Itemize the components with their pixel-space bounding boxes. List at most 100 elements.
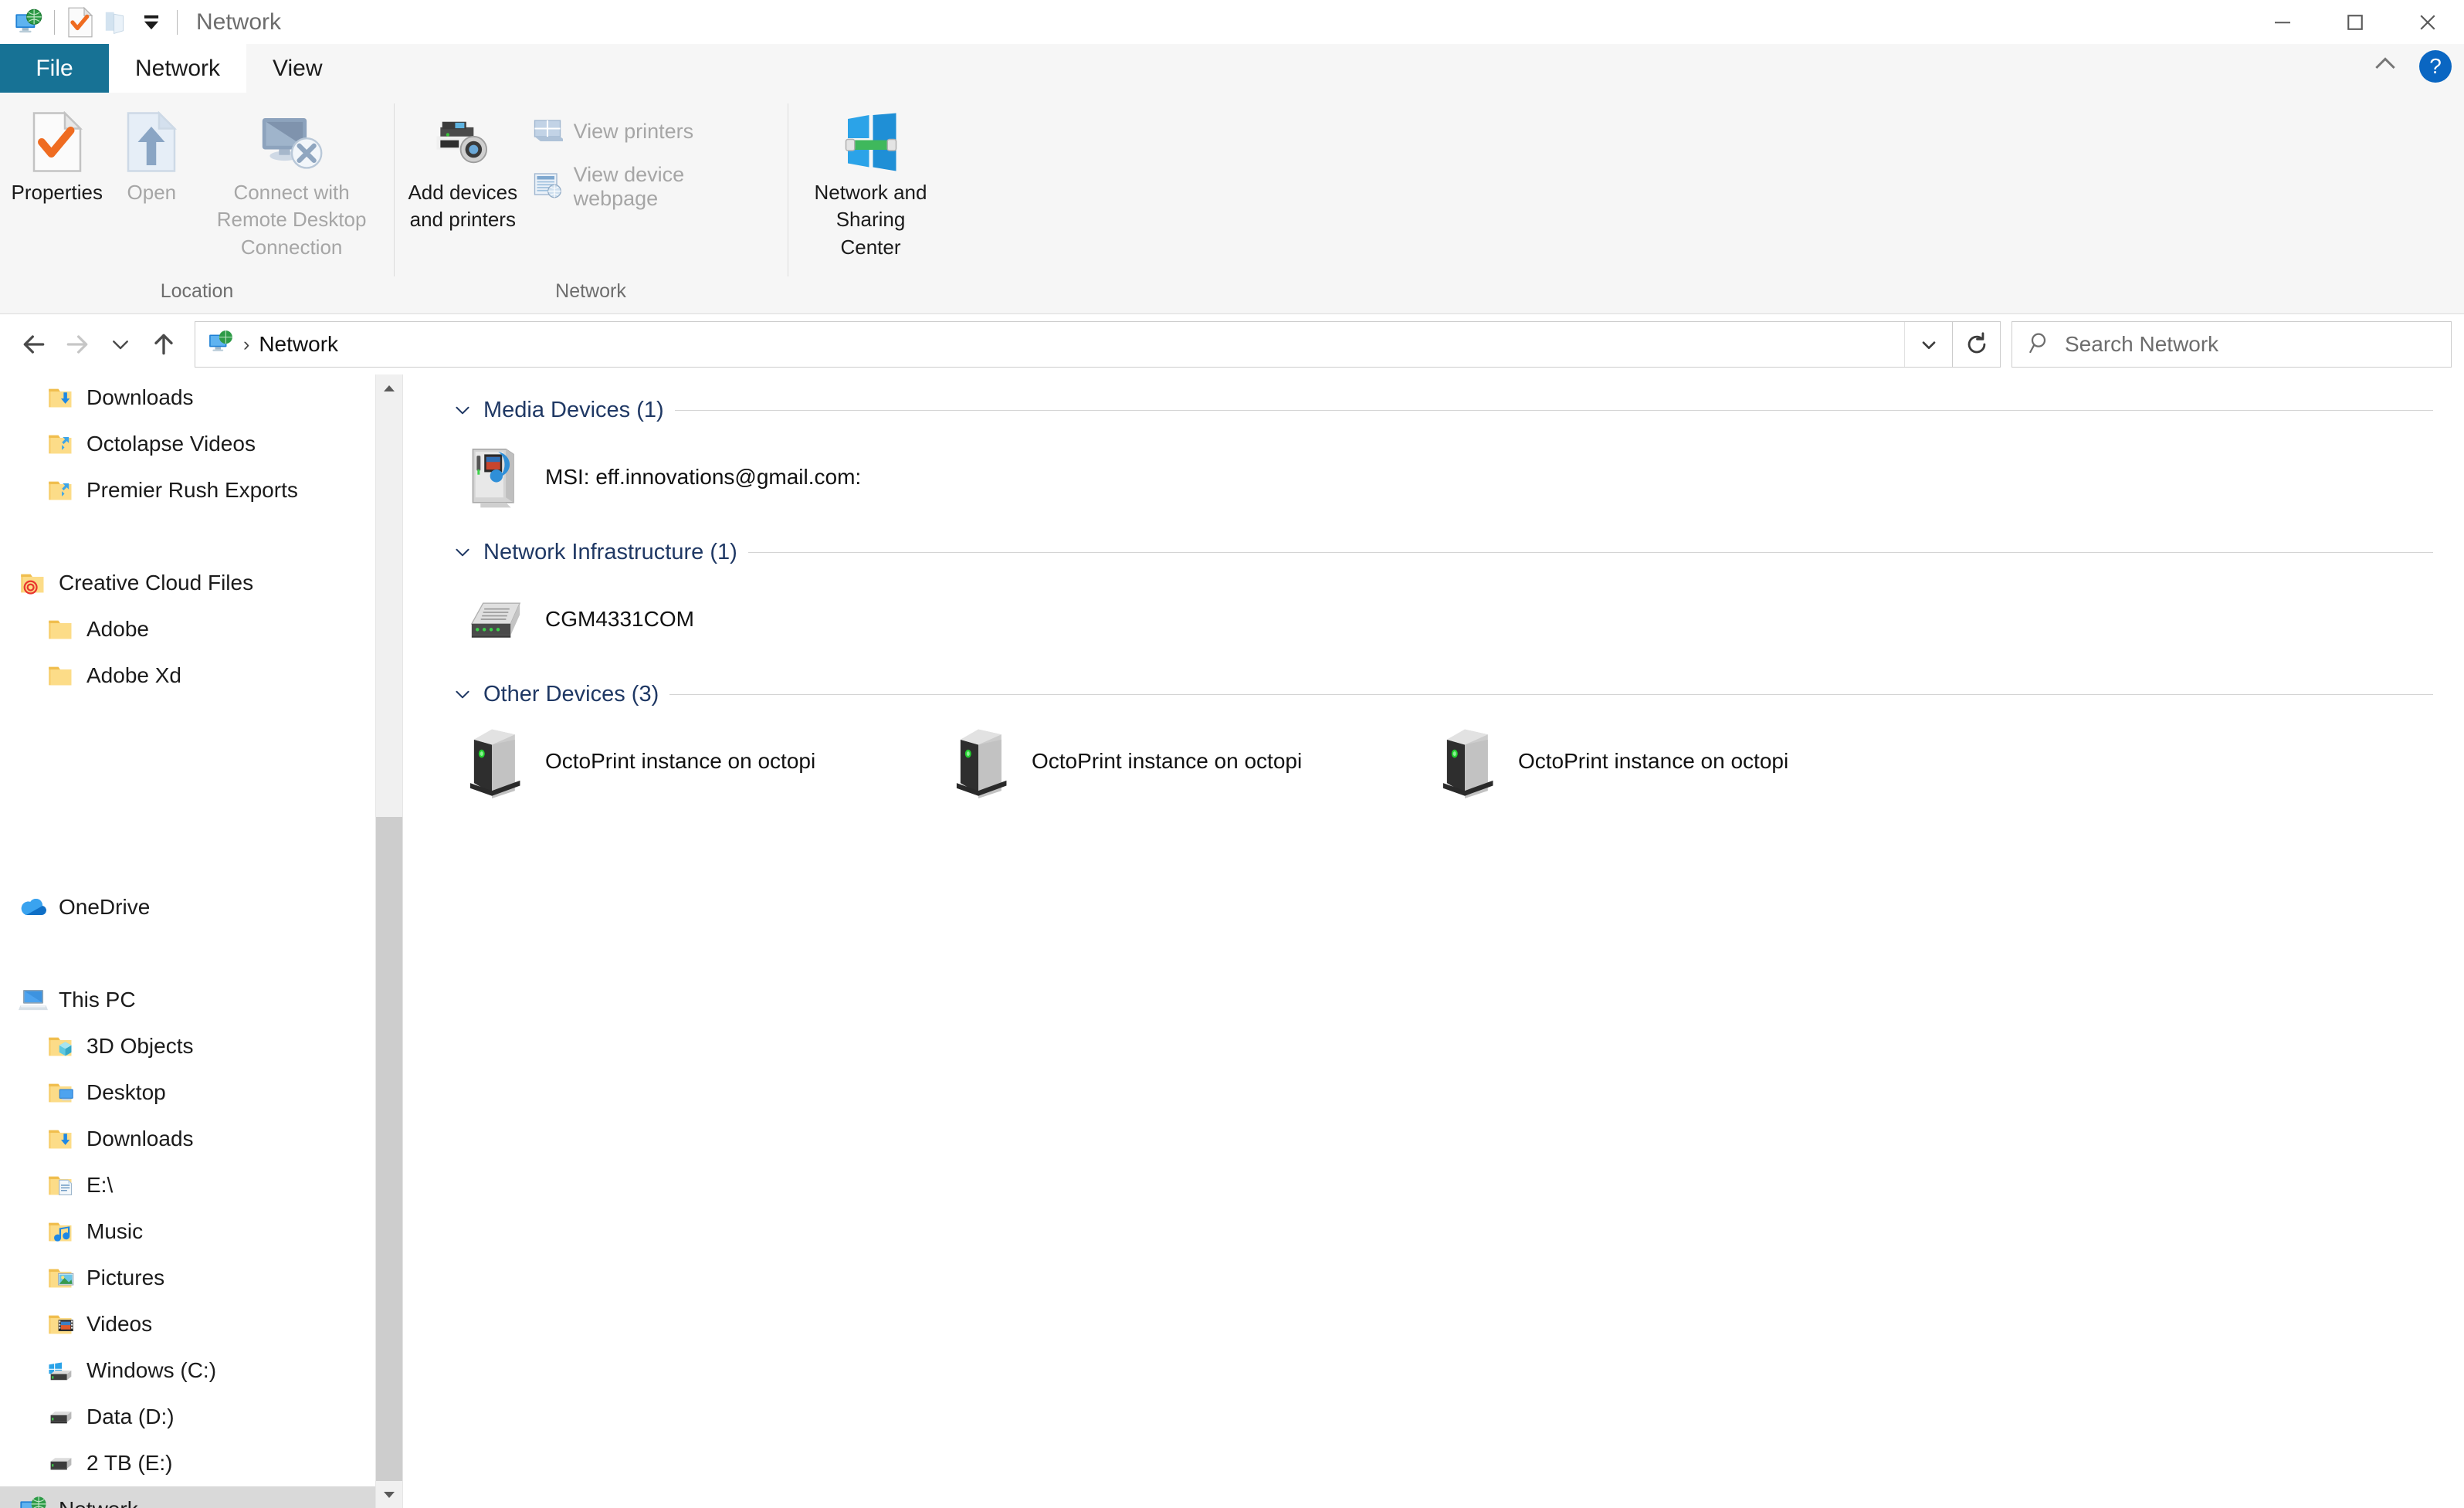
sidebar-item-music[interactable]: Music (0, 1208, 402, 1255)
sidebar-item-network[interactable]: Network (0, 1486, 402, 1508)
sidebar-item-label: Desktop (86, 1080, 166, 1104)
ribbon-panel: Properties Open Connect with Remote Desk… (0, 93, 2464, 314)
maximize-button[interactable] (2319, 0, 2391, 44)
add-devices-printers-label: Add devices and printers (408, 181, 518, 232)
navigation-tree: Downloads Octolapse Videos Premier Rush Ex… (0, 374, 402, 1508)
device-tile[interactable]: MSI: eff.innovations@gmail.com: (452, 432, 939, 523)
sidebar-item-this-pc[interactable]: This PC (0, 977, 402, 1023)
sidebar-item-label: This PC (59, 988, 136, 1012)
sidebar-item-desktop[interactable]: Desktop (0, 1069, 402, 1116)
breadcrumb-separator: › (243, 333, 250, 355)
group-header[interactable]: Media Devices (1) (403, 388, 2464, 432)
drive-icon (45, 1447, 77, 1479)
group-title: Media Devices (1) (483, 397, 664, 422)
address-dropdown-button[interactable] (1904, 322, 1952, 367)
network-sharing-center-button[interactable]: Network and Sharing Center (798, 103, 944, 266)
view-device-webpage-button[interactable]: View device webpage (524, 160, 780, 214)
view-printers-button[interactable]: View printers (524, 113, 780, 151)
sidebar-item-label: OneDrive (59, 895, 151, 919)
properties-icon (32, 108, 83, 176)
sidebar-item-videos[interactable]: Videos (0, 1301, 402, 1347)
sidebar-item-3d-objects[interactable]: 3D Objects (0, 1023, 402, 1069)
sidebar-item-label: Windows (C:) (86, 1358, 217, 1382)
sidebar-item-downloads[interactable]: Downloads (0, 1116, 402, 1162)
group-title: Network Infrastructure (1) (483, 539, 737, 564)
sidebar-item-creative-cloud-files[interactable]: Creative Cloud Files (0, 560, 402, 606)
properties-icon[interactable] (63, 5, 98, 40)
device-tile[interactable]: OctoPrint instance on octopi (1425, 716, 1912, 807)
scroll-down-button[interactable] (376, 1481, 402, 1508)
search-box[interactable]: Search Network (2012, 321, 2452, 368)
tab-file[interactable]: File (0, 44, 109, 93)
sidebar-item-pictures[interactable]: Pictures (0, 1255, 402, 1301)
sidebar-item-downloads[interactable]: Downloads (0, 374, 402, 421)
breadcrumb-label[interactable]: Network (259, 332, 338, 357)
add-devices-printers-icon (429, 108, 496, 176)
drive-icon (45, 1401, 77, 1433)
search-input[interactable]: Search Network (2065, 332, 2218, 357)
help-button[interactable]: ? (2419, 49, 2452, 83)
close-button[interactable] (2391, 0, 2464, 44)
network-sharing-center-label: Network and Sharing Center (814, 181, 927, 259)
sidebar-item-adobe-xd[interactable]: Adobe Xd (0, 652, 402, 699)
chevron-down-icon[interactable] (452, 400, 473, 420)
network-icon (17, 1493, 49, 1508)
sidebar-item-label: Downloads (86, 1127, 194, 1150)
sidebar-item-premier-rush-exports[interactable]: Premier Rush Exports (0, 467, 402, 513)
scrollbar-thumb[interactable] (376, 817, 402, 1481)
sidebar-item-e[interactable]: E:\ (0, 1162, 402, 1208)
scroll-up-button[interactable] (376, 374, 402, 402)
collapse-ribbon-button[interactable] (2370, 49, 2401, 83)
group-header[interactable]: Other Devices (3) (403, 673, 2464, 716)
folder-creative-cloud-icon (17, 567, 49, 599)
device-tile[interactable]: OctoPrint instance on octopi (452, 716, 939, 807)
network-icon[interactable] (11, 5, 46, 40)
forward-button[interactable] (56, 321, 99, 368)
device-label: OctoPrint instance on octopi (1518, 749, 1789, 773)
up-button[interactable] (142, 321, 185, 368)
sidebar-item-2-tb-e[interactable]: 2 TB (E:) (0, 1440, 402, 1486)
refresh-button[interactable] (1953, 321, 2001, 368)
network-sharing-center-icon (840, 108, 902, 176)
sidebar-item-onedrive[interactable]: OneDrive (0, 884, 402, 930)
properties-button[interactable]: Properties (8, 103, 106, 211)
navigation-scrollbar[interactable] (375, 374, 402, 1508)
tab-network[interactable]: Network (109, 44, 247, 93)
recent-locations-button[interactable] (99, 321, 142, 368)
tab-view[interactable]: View (246, 44, 348, 93)
caret-down-icon[interactable] (134, 5, 169, 40)
breadcrumb[interactable]: › Network (203, 329, 343, 361)
open-icon (126, 108, 178, 176)
ribbon-tab-bar: File Network View ? (0, 44, 2464, 93)
open-button[interactable]: Open (106, 103, 197, 211)
sidebar-item-label: Network (59, 1497, 138, 1508)
sidebar-item-octolapse-videos[interactable]: Octolapse Videos (0, 421, 402, 467)
ribbon-group-label-location: Location (160, 280, 234, 302)
sidebar-item-adobe[interactable]: Adobe (0, 606, 402, 652)
sidebar-item-data-d[interactable]: Data (D:) (0, 1394, 402, 1440)
computer-tower-icon (1432, 724, 1506, 798)
address-input[interactable]: › Network (195, 321, 1953, 368)
device-label: CGM4331COM (545, 607, 694, 631)
minimize-button[interactable] (2246, 0, 2319, 44)
sidebar-item-windows-c[interactable]: Windows (C:) (0, 1347, 402, 1394)
chevron-down-icon[interactable] (452, 684, 473, 704)
back-button[interactable] (12, 321, 56, 368)
address-bar: › Network Search Network (0, 314, 2464, 374)
sidebar-item-label: Adobe (86, 617, 149, 641)
add-devices-printers-button[interactable]: Add devices and printers (402, 103, 524, 239)
onedrive-icon (17, 891, 49, 923)
sidebar-item-label: 3D Objects (86, 1034, 194, 1058)
folder-music-icon (45, 1215, 77, 1248)
connect-remote-desktop-button[interactable]: Connect with Remote Desktop Connection (197, 103, 386, 266)
folder-icon[interactable] (98, 5, 134, 40)
device-tile-list: MSI: eff.innovations@gmail.com: (403, 432, 2464, 523)
chevron-down-icon[interactable] (452, 542, 473, 562)
sidebar-item-label: Data (D:) (86, 1405, 175, 1428)
device-group: Network Infrastructure (1) CGM4331COM (403, 530, 2464, 665)
group-header[interactable]: Network Infrastructure (1) (403, 530, 2464, 574)
device-tile[interactable]: OctoPrint instance on octopi (939, 716, 1425, 807)
device-tile[interactable]: CGM4331COM (452, 574, 939, 665)
